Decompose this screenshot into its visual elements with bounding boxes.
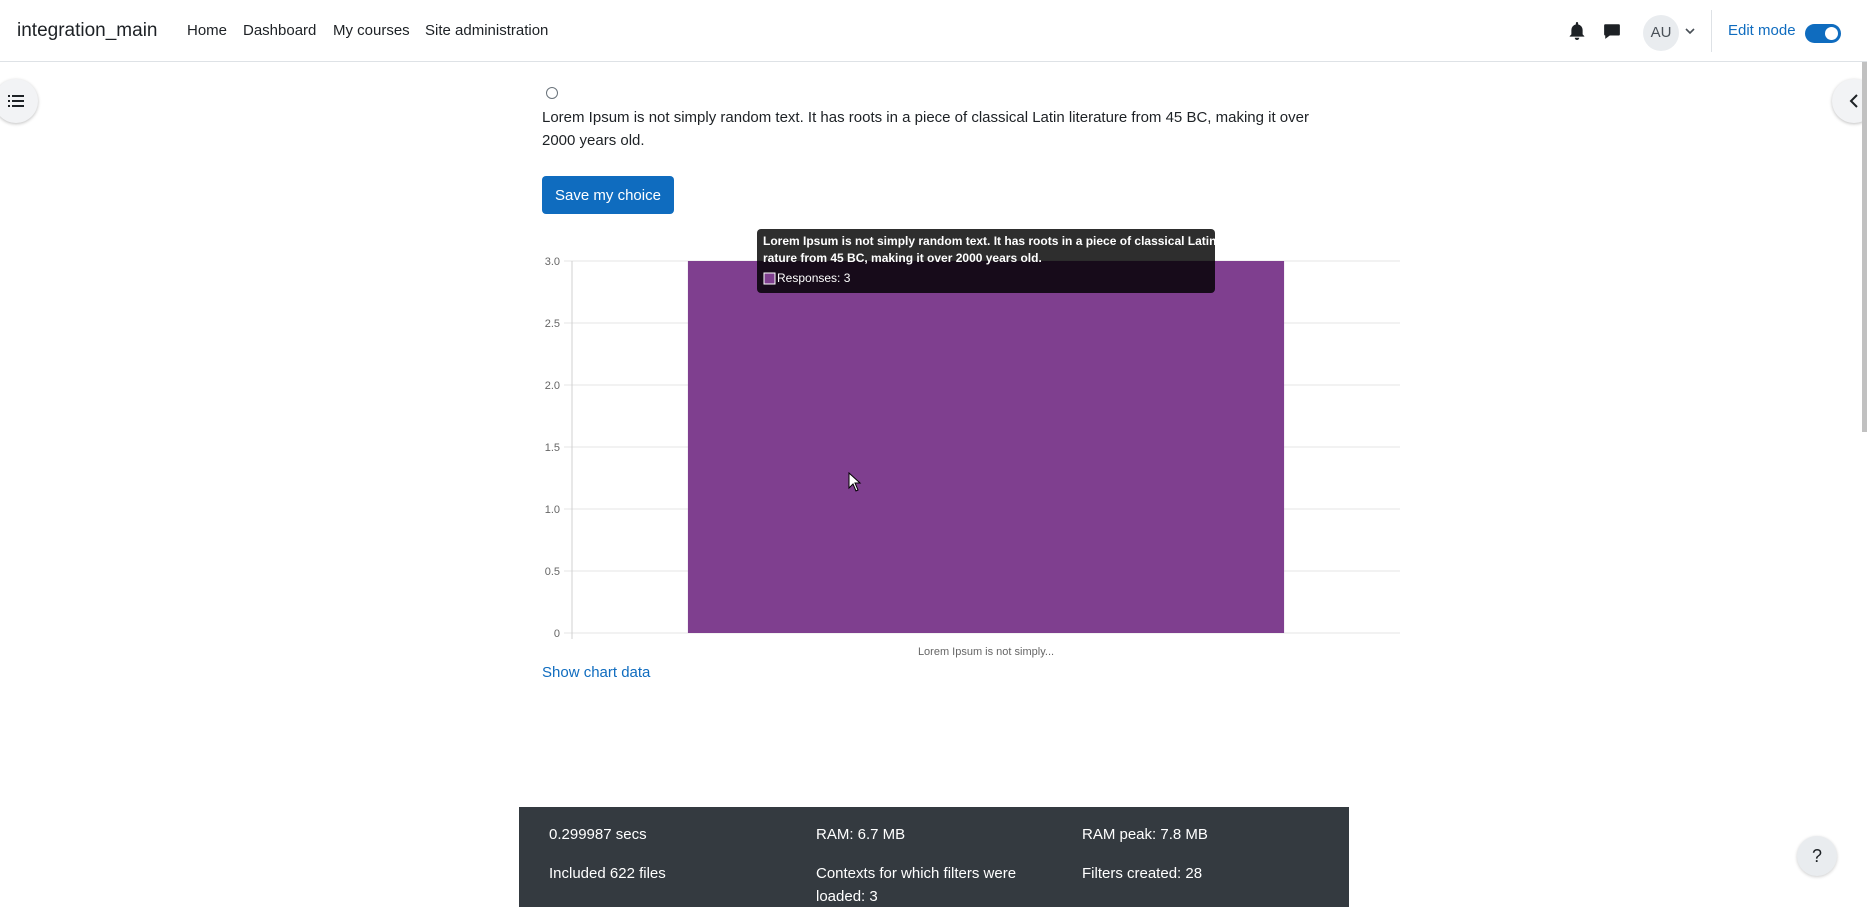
- nav-site-administration[interactable]: Site administration: [425, 22, 548, 39]
- nav-my-courses[interactable]: My courses: [333, 22, 410, 39]
- footer-contexts: Contexts for which filters were loaded: …: [816, 865, 1017, 905]
- edit-mode-toggle[interactable]: [1805, 24, 1841, 43]
- x-axis-labels: Lorem Ipsum is not simply...: [918, 646, 1054, 658]
- save-choice-button[interactable]: Save my choice: [542, 176, 674, 214]
- page-scrollbar[interactable]: [1862, 62, 1867, 432]
- nav-dashboard[interactable]: Dashboard: [243, 22, 316, 39]
- site-brand[interactable]: integration_main: [17, 20, 157, 42]
- chat-icon[interactable]: [1603, 22, 1621, 40]
- toggle-knob: [1825, 27, 1838, 40]
- bell-icon[interactable]: [1568, 22, 1586, 40]
- y-tick-label: 1.5: [545, 442, 560, 454]
- footer-time: 0.299987 secs: [549, 826, 647, 843]
- mouse-cursor-icon: [848, 472, 862, 492]
- y-tick-label: 3.0: [545, 256, 560, 268]
- user-initials: AU: [1650, 24, 1672, 41]
- x-tick-label: Lorem Ipsum is not simply...: [918, 646, 1054, 658]
- y-tick-label: 0: [554, 628, 560, 640]
- user-avatar[interactable]: AU: [1643, 15, 1679, 51]
- footer-ram: RAM: 6.7 MB: [816, 826, 906, 843]
- tooltip-title-line2: rature from 45 BC, making it over 2000 y…: [763, 251, 1042, 265]
- y-tick-label: 2.0: [545, 380, 560, 392]
- course-index-toggle[interactable]: [0, 79, 38, 123]
- tooltip-title-line1: Lorem Ipsum is not simply random text. I…: [763, 234, 1237, 248]
- show-chart-data-link[interactable]: Show chart data: [542, 664, 650, 681]
- tooltip-swatch: [763, 272, 776, 285]
- top-navbar: integration_main Home Dashboard My cours…: [0, 0, 1867, 62]
- help-button[interactable]: ?: [1797, 836, 1837, 876]
- choice-radio[interactable]: [546, 87, 558, 99]
- y-tick-label: 0.5: [545, 566, 560, 578]
- choice-option-text: Lorem Ipsum is not simply random text. I…: [542, 109, 1309, 149]
- chart-bars: [687, 261, 1285, 633]
- y-axis-ticks: 0 0.5 1.0 1.5 2.0 2.5 3.0: [545, 256, 560, 640]
- y-tick-label: 1.0: [545, 504, 560, 516]
- edit-mode-label[interactable]: Edit mode: [1728, 22, 1796, 39]
- chevron-down-icon[interactable]: [1685, 26, 1695, 36]
- chart-bar[interactable]: [687, 261, 1285, 633]
- footer-included-files: Included 622 files: [549, 865, 666, 882]
- tooltip-entry: Responses: 3: [777, 271, 851, 285]
- footer-filters: Filters created: 28: [1082, 865, 1203, 882]
- performance-footer: 0.299987 secs RAM: 6.7 MB RAM peak: 7.8 …: [519, 807, 1349, 907]
- responses-chart: 0 0.5 1.0 1.5 2.0 2.5 3.0 Lorem Ipsum is not s…: [545, 229, 1400, 658]
- navbar-divider: [1711, 10, 1712, 52]
- list-icon: [8, 95, 24, 107]
- chevron-left-icon: [1849, 94, 1858, 108]
- footer-ram-peak: RAM peak: 7.8 MB: [1082, 826, 1208, 843]
- nav-home[interactable]: Home: [187, 22, 227, 39]
- y-tick-label: 2.5: [545, 318, 560, 330]
- chart-tooltip: Lorem Ipsum is not simply random text. I…: [757, 229, 1237, 293]
